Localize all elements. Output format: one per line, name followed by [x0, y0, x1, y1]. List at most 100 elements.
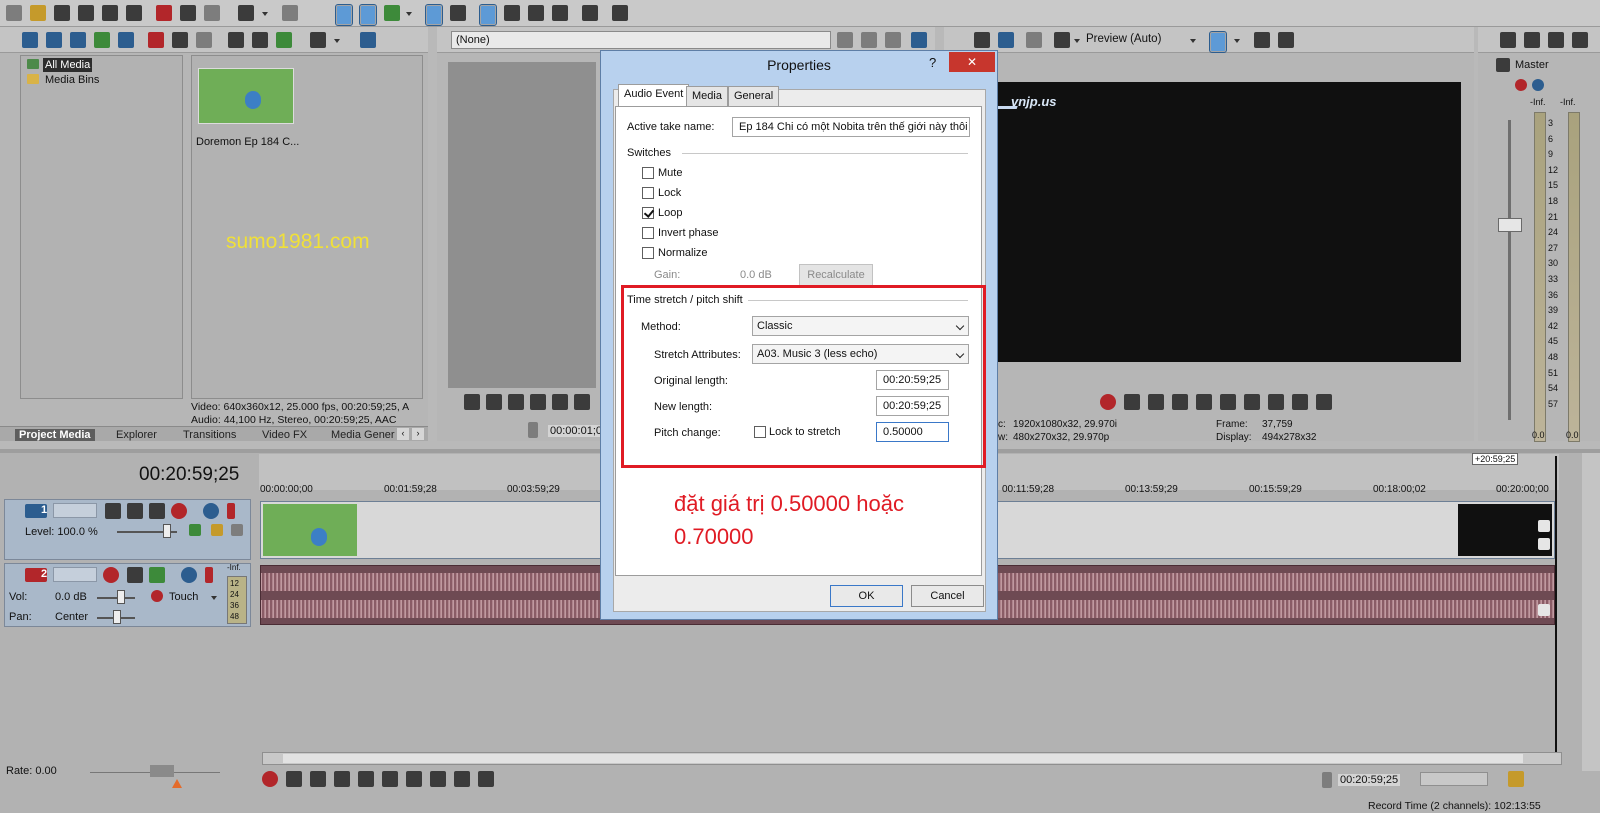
- prev-frame-icon[interactable]: [454, 771, 470, 787]
- views-icon[interactable]: [310, 32, 326, 48]
- mute-icon[interactable]: [181, 567, 197, 583]
- trimmer-tool-icon[interactable]: [861, 32, 877, 48]
- marker-icon[interactable]: [528, 422, 538, 438]
- chevron-down-icon[interactable]: [334, 39, 340, 43]
- tab-scroll-left-icon[interactable]: ‹: [397, 428, 409, 440]
- redo-icon[interactable]: [282, 5, 298, 21]
- chevron-down-icon[interactable]: [1190, 39, 1196, 43]
- pan-slider-thumb[interactable]: [113, 610, 121, 624]
- mute-checkbox[interactable]: [642, 167, 654, 179]
- brush-icon[interactable]: [582, 5, 598, 21]
- media-generators-icon[interactable]: [118, 32, 134, 48]
- enable-snapping-icon[interactable]: [335, 4, 353, 26]
- save-as-icon[interactable]: [78, 5, 94, 21]
- audio-track-header[interactable]: 2 -Inf. Vol: 0.0 dB Touch Pan: Center 12…: [4, 563, 251, 627]
- media-thumbnail[interactable]: [198, 68, 294, 124]
- tab-video-fx[interactable]: Video FX: [262, 429, 307, 441]
- capture-video-icon[interactable]: [46, 32, 62, 48]
- go-to-start-icon[interactable]: [406, 771, 422, 787]
- pause-icon[interactable]: [358, 771, 374, 787]
- undo-icon[interactable]: [238, 5, 254, 21]
- recalculate-button[interactable]: Recalculate: [799, 264, 873, 286]
- stop-icon[interactable]: [252, 32, 268, 48]
- cut-icon[interactable]: [156, 5, 172, 21]
- play-from-start-icon[interactable]: [486, 394, 502, 410]
- loop-checkbox[interactable]: [642, 207, 654, 219]
- tree-item-media-bins[interactable]: Media Bins: [43, 73, 101, 87]
- get-photo-icon[interactable]: [70, 32, 86, 48]
- mute-icon[interactable]: [203, 503, 219, 519]
- cancel-button[interactable]: Cancel: [911, 585, 984, 607]
- stop-icon[interactable]: [1220, 394, 1236, 410]
- playhead-line[interactable]: [1555, 456, 1557, 756]
- properties-icon[interactable]: [126, 5, 142, 21]
- loop-playback-icon[interactable]: [1124, 394, 1140, 410]
- chevron-down-icon[interactable]: [211, 596, 217, 600]
- normalize-checkbox[interactable]: [642, 247, 654, 259]
- prev-frame-icon[interactable]: [574, 394, 590, 410]
- go-to-start-icon[interactable]: [1244, 394, 1260, 410]
- open-folder-icon[interactable]: [30, 5, 46, 21]
- event-fx-icon[interactable]: [1538, 538, 1550, 550]
- chevron-down-icon[interactable]: [262, 12, 268, 16]
- video-fx-icon[interactable]: [1026, 32, 1042, 48]
- media-properties-icon[interactable]: [172, 32, 188, 48]
- solo-icon[interactable]: [205, 567, 213, 583]
- trimmer-media-dropdown[interactable]: (None): [451, 31, 831, 49]
- mixer-properties-icon[interactable]: [1500, 32, 1516, 48]
- play-icon[interactable]: [508, 394, 524, 410]
- track-motion-icon[interactable]: [127, 503, 143, 519]
- ignore-grouping-icon[interactable]: [450, 5, 466, 21]
- downmix-icon[interactable]: [1524, 32, 1540, 48]
- tab-explorer[interactable]: Explorer: [116, 429, 157, 441]
- master-fader-knob[interactable]: [1498, 218, 1522, 232]
- selection-length-field[interactable]: [1420, 772, 1488, 786]
- pause-icon[interactable]: [1196, 394, 1212, 410]
- paste-icon[interactable]: [204, 5, 220, 21]
- copy-snapshot-icon[interactable]: [1254, 32, 1270, 48]
- play-icon[interactable]: [228, 32, 244, 48]
- expand-track-icon[interactable]: [149, 503, 165, 519]
- event-fx-icon[interactable]: [1538, 604, 1550, 616]
- vol-slider-thumb[interactable]: [117, 590, 125, 604]
- arm-record-icon[interactable]: [103, 567, 119, 583]
- prev-frame-icon[interactable]: [1292, 394, 1308, 410]
- lock-envelopes-icon[interactable]: [425, 4, 443, 26]
- horizontal-scrollbar[interactable]: [262, 752, 1562, 765]
- media-fx-icon[interactable]: [196, 32, 212, 48]
- move-up-icon[interactable]: [211, 524, 223, 536]
- trimmer-close-icon[interactable]: [885, 32, 901, 48]
- stop-icon[interactable]: [382, 771, 398, 787]
- import-media-icon[interactable]: [22, 32, 38, 48]
- marker-icon[interactable]: [1322, 772, 1332, 788]
- chevron-down-icon[interactable]: [1234, 39, 1240, 43]
- overlays-icon[interactable]: [1209, 31, 1227, 53]
- tab-audio-event[interactable]: Audio Event: [618, 84, 690, 106]
- tab-media[interactable]: Media: [686, 86, 728, 106]
- play-icon[interactable]: [1172, 394, 1188, 410]
- generated-media-icon[interactable]: [189, 524, 201, 536]
- pause-icon[interactable]: [530, 394, 546, 410]
- auto-preview-icon[interactable]: [276, 32, 292, 48]
- get-media-web-icon[interactable]: [94, 32, 110, 48]
- go-to-end-icon[interactable]: [430, 771, 446, 787]
- automation-settings-icon[interactable]: [151, 590, 163, 602]
- composite-mode-icon[interactable]: [105, 503, 121, 519]
- auto-crossfade-icon[interactable]: [359, 4, 377, 26]
- remove-icon[interactable]: [148, 32, 164, 48]
- normal-edit-tool-icon[interactable]: [479, 4, 497, 26]
- help-button[interactable]: ?: [929, 55, 936, 70]
- expand-track-icon[interactable]: [127, 567, 143, 583]
- loop-playback-icon[interactable]: [286, 771, 302, 787]
- master-fx-chain-icon[interactable]: [1515, 79, 1527, 91]
- zoom-tool-icon[interactable]: [552, 5, 568, 21]
- tree-item-all-media[interactable]: All Media: [43, 58, 93, 72]
- go-to-end-icon[interactable]: [1268, 394, 1284, 410]
- copy-icon[interactable]: [180, 5, 196, 21]
- whats-this-help-icon[interactable]: [612, 5, 628, 21]
- ok-button[interactable]: OK: [830, 585, 903, 607]
- play-from-start-icon[interactable]: [1148, 394, 1164, 410]
- move-down-icon[interactable]: [231, 524, 243, 536]
- rate-slider-thumb[interactable]: [150, 765, 174, 777]
- split-screen-icon[interactable]: [1054, 32, 1070, 48]
